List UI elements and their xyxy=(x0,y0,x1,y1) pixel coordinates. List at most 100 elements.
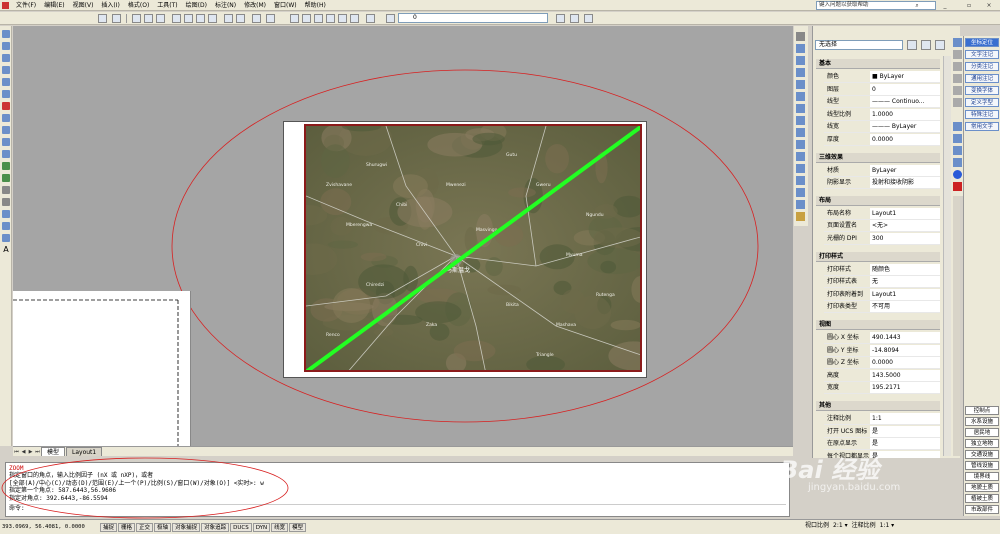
property-row[interactable]: 在原点显示是 xyxy=(824,438,940,451)
rectangle-icon[interactable] xyxy=(2,78,10,86)
join-icon[interactable] xyxy=(796,176,805,185)
menu-help[interactable]: 帮助(H) xyxy=(301,0,330,11)
layer-icon[interactable] xyxy=(953,122,962,131)
section-3d[interactable]: 三维效果 xyxy=(816,152,940,163)
new-file-icon[interactable] xyxy=(132,14,141,23)
fillet-icon[interactable] xyxy=(796,200,805,209)
toggle-otrack[interactable]: 对象追踪 xyxy=(201,522,230,532)
property-value[interactable]: 随颜色 xyxy=(870,263,940,275)
property-value[interactable]: Layout1 xyxy=(870,288,940,300)
layer-icon[interactable] xyxy=(953,158,962,167)
revcloud-icon[interactable] xyxy=(2,114,10,122)
text-icon[interactable] xyxy=(953,74,962,83)
property-row[interactable]: 打印表类型 不可用 xyxy=(824,301,940,314)
last-tab-icon[interactable]: ⏭ xyxy=(34,448,41,456)
palette-layer-item[interactable]: 水系设施 xyxy=(965,417,999,426)
move-icon[interactable] xyxy=(796,92,805,101)
property-value[interactable]: 0.0000 xyxy=(870,134,940,145)
export-icon[interactable] xyxy=(208,14,217,23)
property-row[interactable]: 圆心 Y 坐标 -14.8094 xyxy=(824,344,940,357)
chamfer-icon[interactable] xyxy=(796,188,805,197)
restore-icon[interactable]: ▫ xyxy=(964,1,974,10)
property-value[interactable]: 投射和接收阴影 xyxy=(870,177,940,189)
layer-manager-icon[interactable] xyxy=(386,14,395,23)
next-tab-icon[interactable]: ▶ xyxy=(27,448,34,456)
grid-icon[interactable] xyxy=(112,14,121,23)
toggle-osnap[interactable]: 对象捕捉 xyxy=(172,522,201,532)
palette-layer-item[interactable]: 市政部件 xyxy=(965,505,999,514)
first-tab-icon[interactable]: ⏮ xyxy=(13,448,20,456)
redo-icon[interactable] xyxy=(266,14,275,23)
tab-model[interactable]: 模型 xyxy=(41,447,66,456)
save-icon[interactable] xyxy=(156,14,165,23)
selection-select[interactable]: 无选择 xyxy=(815,40,903,50)
layer-icon[interactable] xyxy=(953,134,962,143)
property-row[interactable]: 打印表附着到 Layout1 xyxy=(824,288,940,301)
properties-icon[interactable] xyxy=(338,14,347,23)
print-icon[interactable] xyxy=(172,14,181,23)
delete-icon[interactable] xyxy=(953,182,962,191)
menu-draw[interactable]: 绘图(D) xyxy=(182,0,211,11)
property-value[interactable]: 1.0000 xyxy=(870,108,940,120)
text-icon[interactable] xyxy=(953,98,962,107)
palette-item[interactable]: 变换字体 xyxy=(965,86,999,95)
property-value[interactable]: 0 xyxy=(870,83,940,95)
array-icon[interactable] xyxy=(796,80,805,89)
property-row[interactable]: 页面设置名 <无> xyxy=(824,220,940,233)
property-value[interactable]: ByLayer xyxy=(870,164,940,176)
point-icon[interactable] xyxy=(2,186,10,194)
extend-icon[interactable] xyxy=(796,152,805,161)
property-value[interactable]: 是 xyxy=(870,438,940,450)
toggle-grid[interactable]: 栅格 xyxy=(118,522,136,532)
palette-item[interactable]: 通用注记 xyxy=(965,74,999,83)
minimize-icon[interactable]: _ xyxy=(940,1,950,10)
property-row[interactable]: 布局名称 Layout1 xyxy=(824,207,940,220)
menu-insert[interactable]: 插入(I) xyxy=(97,0,123,11)
property-value[interactable]: Layout1 xyxy=(870,207,940,219)
ellipse-arc-icon[interactable] xyxy=(2,150,10,158)
layer-select[interactable]: 0 xyxy=(398,13,548,23)
palette-layer-item[interactable]: 独立地物 xyxy=(965,439,999,448)
property-row[interactable]: 打印样式 随颜色 xyxy=(824,263,940,276)
close-icon[interactable]: × xyxy=(984,1,994,10)
menu-view[interactable]: 视图(V) xyxy=(69,0,98,11)
tab-layout1[interactable]: Layout1 xyxy=(66,447,103,456)
section-other[interactable]: 其他 xyxy=(816,401,940,411)
menu-file[interactable]: 文件(F) xyxy=(12,0,40,11)
menu-tools[interactable]: 工具(T) xyxy=(153,0,181,11)
select-objects-icon[interactable] xyxy=(921,40,931,50)
property-value[interactable]: 无 xyxy=(870,276,940,288)
property-value[interactable]: ——— ByLayer xyxy=(870,121,940,133)
break-icon[interactable] xyxy=(796,164,805,173)
region-icon[interactable] xyxy=(2,222,10,230)
property-value[interactable]: 490.1443 xyxy=(870,332,940,343)
coordinate-icon[interactable] xyxy=(953,38,962,47)
property-row[interactable]: 厚度 0.0000 xyxy=(824,134,940,146)
app-icon[interactable] xyxy=(2,1,9,9)
property-value[interactable]: 300 xyxy=(870,233,940,244)
property-value[interactable]: -14.8094 xyxy=(870,344,940,356)
line-icon[interactable] xyxy=(2,30,10,38)
copy-icon[interactable] xyxy=(796,44,805,53)
toggle-ducs[interactable]: DUCS xyxy=(230,522,252,532)
layer-previous-icon[interactable] xyxy=(556,14,565,23)
help-icon[interactable] xyxy=(366,14,375,23)
property-row[interactable]: 打印样式表无 xyxy=(824,276,940,289)
property-row[interactable]: 打开 UCS 图标是 xyxy=(824,425,940,438)
polyline-icon[interactable] xyxy=(2,54,10,62)
menu-format[interactable]: 格式(O) xyxy=(124,0,153,11)
property-row[interactable]: 图层 0 xyxy=(824,83,940,96)
menu-dimension[interactable]: 标注(N) xyxy=(211,0,240,11)
calculator-icon[interactable] xyxy=(350,14,359,23)
make-block-icon[interactable] xyxy=(2,174,10,182)
section-basic[interactable]: 基本 xyxy=(816,59,940,69)
quick-select-icon[interactable] xyxy=(935,40,945,50)
trim-icon[interactable] xyxy=(796,140,805,149)
toggle-model[interactable]: 模型 xyxy=(289,522,307,532)
palette-item[interactable]: 文字注记 xyxy=(965,50,999,59)
layer-icon[interactable] xyxy=(953,146,962,155)
layer-state-icon[interactable] xyxy=(570,14,579,23)
rotate-icon[interactable] xyxy=(796,104,805,113)
property-value[interactable]: 是 xyxy=(870,450,940,458)
palette-layer-item[interactable]: 交通设施 xyxy=(965,450,999,459)
